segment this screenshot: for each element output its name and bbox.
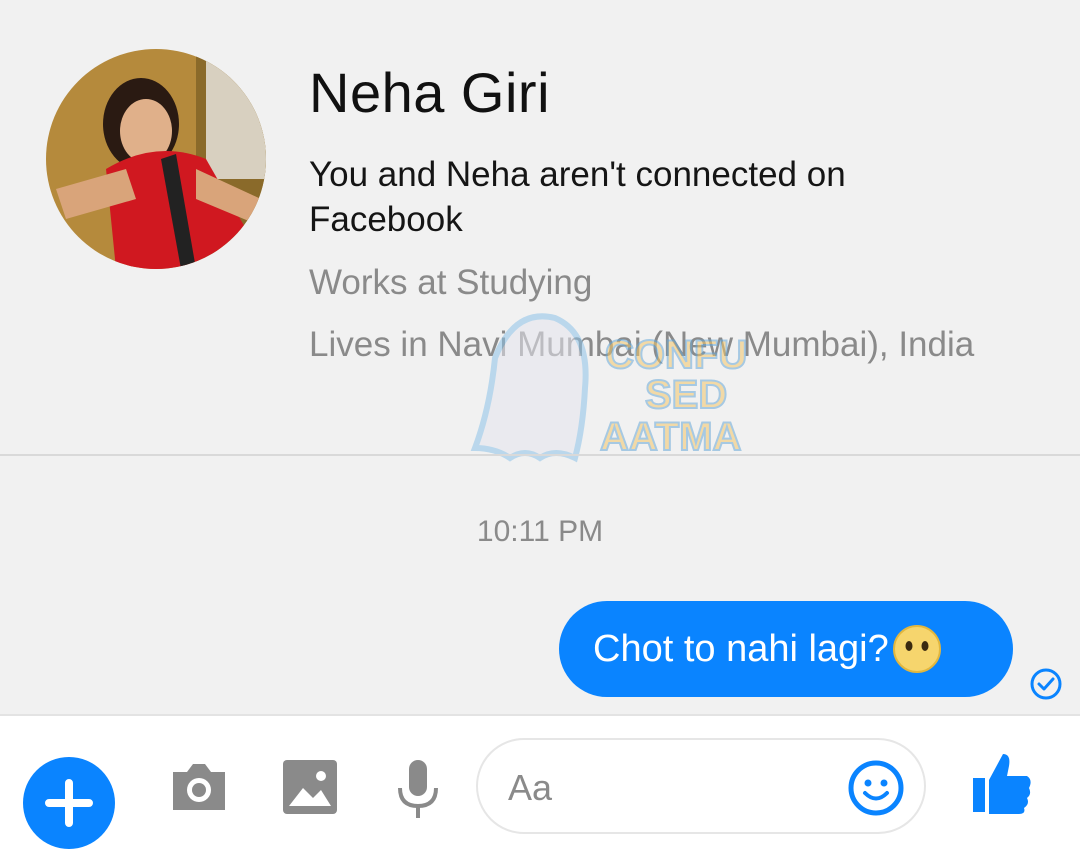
header-divider	[0, 454, 1080, 456]
gallery-icon[interactable]	[283, 760, 337, 814]
plus-icon[interactable]	[23, 757, 115, 849]
camera-icon[interactable]	[169, 760, 229, 812]
message-text: Chot to nahi lagi?	[593, 627, 889, 670]
profile-work: Works at Studying	[309, 263, 593, 302]
profile-avatar[interactable]	[46, 49, 266, 269]
thumbs-up-icon[interactable]	[971, 750, 1033, 816]
microphone-icon[interactable]	[396, 760, 440, 820]
profile-name: Neha Giri	[309, 61, 551, 124]
connection-status: You and Neha aren't connected on Faceboo…	[309, 155, 846, 239]
svg-text:AATMA: AATMA	[600, 415, 741, 459]
message-input-placeholder: Aa	[508, 767, 553, 808]
watermark-logo: CONFU SED AATMA	[455, 298, 755, 470]
message-input[interactable]: Aa	[476, 738, 926, 834]
svg-text:CONFU: CONFU	[605, 333, 747, 377]
sent-message-bubble[interactable]: Chot to nahi lagi?	[559, 601, 1013, 697]
svg-text:SED: SED	[645, 373, 727, 417]
sent-check-icon	[1030, 668, 1062, 700]
emoji-icon[interactable]	[848, 760, 904, 816]
neutral-face-emoji-icon	[892, 625, 941, 673]
message-timestamp: 10:11 PM	[476, 515, 604, 548]
